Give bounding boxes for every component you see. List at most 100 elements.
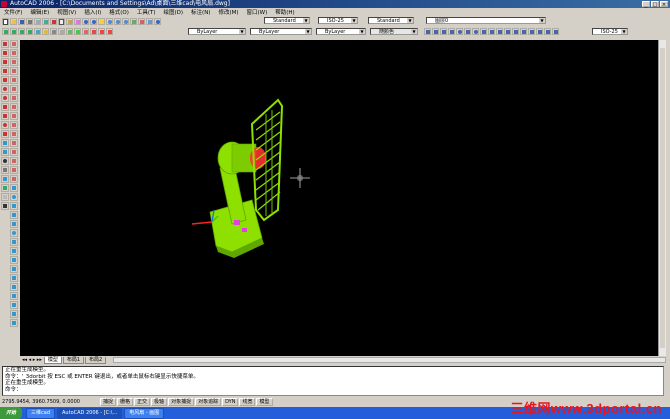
extend-icon[interactable] [10,130,18,138]
taskbar-item-folder[interactable]: 三维cad [26,407,56,419]
taskbar-item-paint[interactable]: 电风扇 - 画图 [124,407,165,419]
flat-shaded-icon[interactable] [66,28,73,35]
revcloud-icon[interactable] [1,103,9,111]
open-icon[interactable] [10,18,17,25]
dyn-toggle[interactable]: DYN [222,398,239,406]
point-icon[interactable] [1,157,9,165]
leader-icon[interactable] [512,28,519,35]
mtext-icon[interactable] [1,202,9,210]
radius-dim-icon[interactable] [456,28,463,35]
aligned-dim-icon[interactable] [432,28,439,35]
drawing-canvas[interactable] [20,40,658,356]
move-icon[interactable] [10,85,18,93]
print-icon[interactable] [26,18,33,25]
chamfer-icon[interactable] [10,157,18,165]
menu-tools[interactable]: 工具(T) [133,8,160,16]
baseline-dim-icon[interactable] [496,28,503,35]
explode-icon[interactable] [10,175,18,183]
hatch-icon[interactable] [1,166,9,174]
design-center-icon[interactable] [138,18,145,25]
new-icon[interactable] [2,18,9,25]
minimize-button[interactable]: _ [642,1,650,8]
menu-help[interactable]: 帮助(H) [271,8,298,16]
maximize-button[interactable]: □ [651,1,659,8]
dim-edit-icon[interactable] [536,28,543,35]
menu-format[interactable]: 格式(O) [105,8,133,16]
spline-icon[interactable] [1,112,9,120]
setup-profile-icon[interactable] [10,301,18,309]
plotstyle-control-dropdown[interactable]: 随颜色 ▼ [370,28,418,35]
menu-view[interactable]: 视图(V) [53,8,80,16]
menu-edit[interactable]: 编辑(E) [26,8,53,16]
offset-icon[interactable] [10,67,18,75]
menu-dimension[interactable]: 标注(N) [187,8,214,16]
torus-icon[interactable] [10,229,18,237]
zoom-realtime-icon[interactable] [106,18,113,25]
mirror-icon[interactable] [10,58,18,66]
gouraud-shaded-icon[interactable] [74,28,81,35]
menu-draw[interactable]: 绘图(D) [160,8,188,16]
zoom-window-icon[interactable] [114,18,121,25]
section-icon[interactable] [10,265,18,273]
sphere-icon[interactable] [10,193,18,201]
ucs-previous-icon[interactable] [106,28,113,35]
undo-icon[interactable] [82,18,89,25]
dim-update-icon[interactable] [552,28,559,35]
tool-palettes-icon[interactable] [146,18,153,25]
subtract-icon[interactable] [10,319,18,327]
redo-icon[interactable] [90,18,97,25]
polyline-icon[interactable] [1,58,9,66]
center-mark-icon[interactable] [528,28,535,35]
model-toggle[interactable]: 模型 [256,398,273,406]
menu-file[interactable]: 文件(F) [0,8,26,16]
layer-dropdown[interactable]: 图层0 ▼ [426,17,546,24]
stretch-icon[interactable] [10,112,18,120]
break-icon[interactable] [10,139,18,147]
start-button[interactable]: 开始 [0,407,23,419]
xline-icon[interactable] [1,49,9,57]
dim-text-edit-icon[interactable] [544,28,551,35]
tolerance-icon[interactable] [520,28,527,35]
iso-view-icon[interactable] [34,28,41,35]
extrude-icon[interactable] [10,238,18,246]
copy-icon[interactable] [58,18,65,25]
arc-length-icon[interactable] [440,28,447,35]
command-window[interactable]: 正在重生成模型。 命令：'_3dorbit 按 ESC 或 ENTER 键退出，… [2,366,664,396]
horizontal-scrollbar[interactable] [113,357,666,363]
quick-dim-icon[interactable] [488,28,495,35]
diameter-dim-icon[interactable] [472,28,479,35]
tab-nav-arrows-icon[interactable]: ◂◂ ◂ ▸ ▸▸ [20,357,44,363]
box-icon[interactable] [10,184,18,192]
taskbar-item-autocad[interactable]: AutoCAD 2006 - [C:\... [57,407,123,419]
color-control-dropdown[interactable]: ByLayer ▼ [188,28,246,35]
scrollbar-thumb[interactable] [660,48,665,348]
dim-style-control-dropdown[interactable]: ISO-25 ▼ [592,28,628,35]
ortho-toggle[interactable]: 正交 [134,398,151,406]
angular-dim-icon[interactable] [480,28,487,35]
wedge-icon[interactable] [10,220,18,228]
ordinate-dim-icon[interactable] [448,28,455,35]
save-icon[interactable] [18,18,25,25]
menu-modify[interactable]: 修改(M) [214,8,242,16]
menu-insert[interactable]: 插入(I) [80,8,105,16]
cut-icon[interactable] [50,18,57,25]
help-icon[interactable] [154,18,161,25]
paste-icon[interactable] [66,18,73,25]
tab-layout2[interactable]: 布局2 [85,356,107,364]
arc-icon[interactable] [1,85,9,93]
rectangle-icon[interactable] [1,76,9,84]
scale-icon[interactable] [10,103,18,111]
polar-toggle[interactable]: 极轴 [151,398,168,406]
vertical-scrollbar[interactable] [658,40,666,356]
ucs-icon[interactable] [90,28,97,35]
linetype-control-dropdown[interactable]: ByLayer ▼ [250,28,312,35]
table-style-dropdown[interactable]: Standard ▼ [368,17,414,24]
ucs-world-icon[interactable] [98,28,105,35]
lineweight-toggle[interactable]: 线宽 [239,398,256,406]
lineweight-control-dropdown[interactable]: ByLayer ▼ [316,28,366,35]
cone-icon[interactable] [10,211,18,219]
polygon-icon[interactable] [1,67,9,75]
otrack-toggle[interactable]: 对象追踪 [195,398,222,406]
insert-block-icon[interactable] [1,139,9,147]
revolve-icon[interactable] [10,247,18,255]
